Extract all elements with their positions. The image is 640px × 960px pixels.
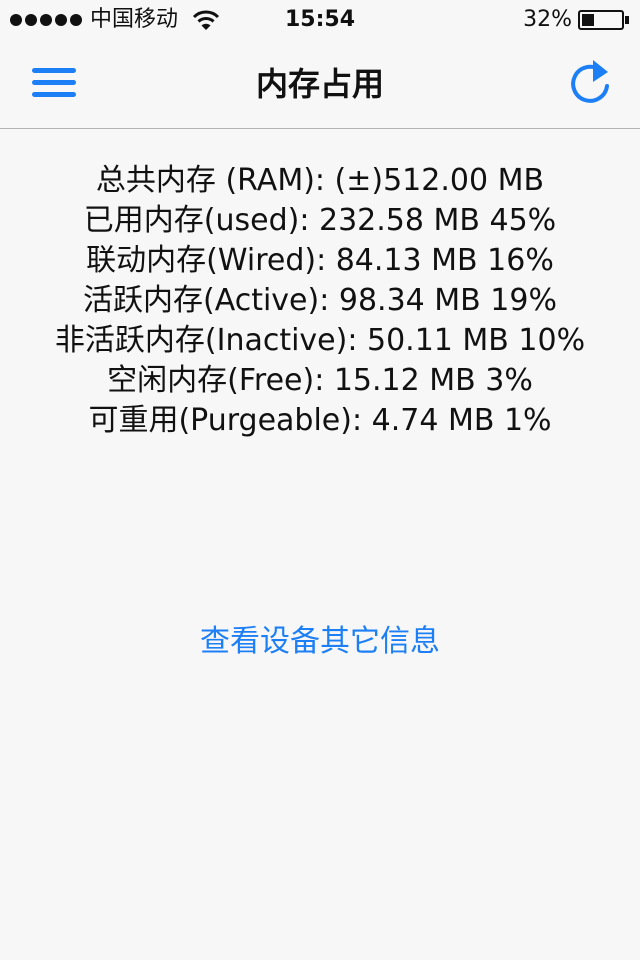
memory-active-line: 活跃内存(Active): 98.34 MB 19% <box>83 283 557 318</box>
menu-icon-bar <box>32 80 76 85</box>
battery-percentage: 32% <box>523 7 572 32</box>
status-bar: 中国移动 15:54 32% <box>0 0 640 40</box>
memory-wired-line: 联动内存(Wired): 84.13 MB 16% <box>86 243 554 278</box>
memory-purgeable-line: 可重用(Purgeable): 4.74 MB 1% <box>88 403 552 438</box>
memory-free-line: 空闲内存(Free): 15.12 MB 3% <box>107 363 533 398</box>
memory-total-line: 总共内存 (RAM): (±)512.00 MB <box>95 163 545 198</box>
page-title: 内存占用 <box>255 65 384 103</box>
memory-inactive-line: 非活跃内存(Inactive): 50.11 MB 10% <box>54 323 586 358</box>
menu-button[interactable] <box>32 64 76 100</box>
navigation-bar: 内存占用 <box>0 40 640 129</box>
menu-icon-bar <box>32 92 76 97</box>
memory-usage-list: 总共内存 (RAM): (±)512.00 MB 已用内存(used): 232… <box>0 161 640 441</box>
battery-icon <box>578 10 629 30</box>
view-device-info-link[interactable]: 查看设备其它信息 <box>120 620 520 664</box>
memory-used-line: 已用内存(used): 232.58 MB 45% <box>83 203 557 238</box>
refresh-icon[interactable] <box>566 58 614 108</box>
menu-icon-bar <box>32 68 76 73</box>
